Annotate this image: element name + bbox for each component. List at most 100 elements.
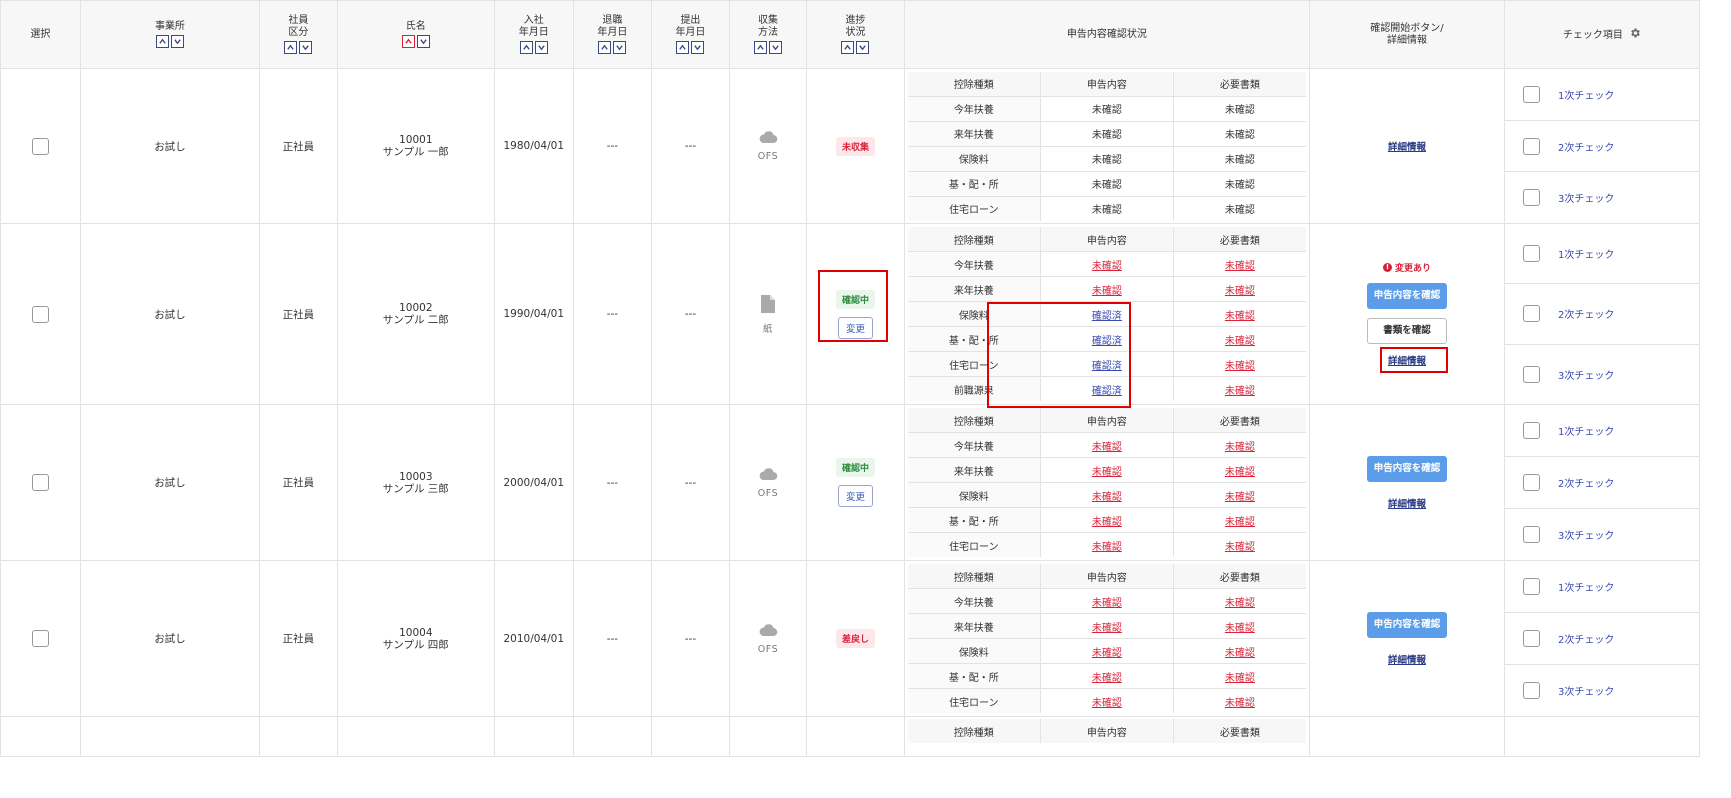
docs-link[interactable]: 未確認 [1225,542,1255,553]
check-1-checkbox[interactable] [1522,85,1540,103]
declaration-link[interactable]: 未確認 [1092,598,1122,609]
sort-asc-button[interactable] [676,41,690,54]
check-items-cell: 1次チェック 2次チェック 3次チェック [1503,404,1701,561]
row-select-checkbox[interactable] [31,305,49,323]
docs-link[interactable]: 未確認 [1225,286,1255,297]
docs-link[interactable]: 未確認 [1225,673,1255,684]
docs-link[interactable]: 未確認 [1225,648,1255,659]
sort-desc-button[interactable] [534,41,548,54]
declaration-link[interactable]: 確認済 [1092,386,1122,397]
employee-type-cell: 正社員 [259,404,338,561]
progress-cell: 確認中 変更 [806,404,905,561]
check-3-checkbox[interactable] [1522,526,1540,543]
submit-date-cell: --- [651,404,730,561]
sort-desc-button[interactable] [299,41,313,54]
employee-type-cell: 正社員 [259,223,338,405]
name-cell: 10003 サンプル 三郎 [336,404,495,561]
detail-info-link[interactable]: 詳細情報 [1388,142,1426,153]
check-1-checkbox[interactable] [1522,578,1540,595]
confirm-declaration-button[interactable]: 申告内容を確認 [1366,283,1447,309]
check-1-checkbox[interactable] [1522,422,1540,439]
sort-asc-button[interactable] [841,41,855,54]
sort-desc-button[interactable] [691,41,705,54]
office-cell: お試し [79,68,261,224]
declaration-link[interactable]: 未確認 [1092,286,1122,297]
confirm-docs-button[interactable]: 書類を確認 [1366,318,1447,344]
sort-asc-button[interactable] [155,35,169,48]
sort-desc-button[interactable] [856,41,870,54]
sort-asc-button[interactable] [598,41,612,54]
docs-link[interactable]: 未確認 [1225,261,1255,272]
progress-cell: 未収集 [806,68,905,224]
name-cell: 10002 サンプル 二郎 [336,223,495,405]
declaration-link[interactable]: 確認済 [1092,336,1122,347]
sort-asc-button[interactable] [753,41,767,54]
declaration-status-cell: 控除種類 申告内容 必要書類 今年扶養 未確認 未確認 来年扶養 未確認 未確認 保険料 確認… [903,223,1311,408]
docs-link[interactable]: 未確認 [1225,698,1255,709]
declaration-link[interactable]: 確認済 [1092,361,1122,372]
docs-link[interactable]: 未確認 [1225,311,1255,322]
check-3-checkbox[interactable] [1522,365,1540,383]
declaration-link[interactable]: 未確認 [1092,467,1122,478]
header-select: 選択 [0,0,81,69]
row-select-checkbox[interactable] [31,630,49,647]
change-status-button[interactable]: 変更 [837,316,873,339]
header-confirm-start: 確認開始ボタン/詳細情報 [1309,0,1505,69]
confirm-declaration-button[interactable]: 申告内容を確認 [1366,455,1447,482]
check-1-checkbox[interactable] [1522,245,1540,263]
declaration-link[interactable]: 確認済 [1092,311,1122,322]
docs-link[interactable]: 未確認 [1225,442,1255,453]
check-2-checkbox[interactable] [1522,474,1540,491]
check-2-checkbox[interactable] [1522,630,1540,647]
employee-table: 選択 事業所 社員 区分 氏名 入社 年月日 退職 年月日 提出年月日 収集 方… [0,0,1701,757]
declaration-link[interactable]: 未確認 [1092,623,1122,634]
status-badge: 確認中 [835,289,875,309]
docs-link[interactable]: 未確認 [1225,517,1255,528]
check-2-checkbox[interactable] [1522,305,1540,323]
check-items-cell: 1次チェック 2次チェック 3次チェック [1503,68,1701,224]
office-cell: お試し [79,560,261,717]
collection-method-cell: OFS [728,560,808,717]
declaration-link[interactable]: 未確認 [1092,542,1122,553]
declaration-link[interactable]: 未確認 [1092,261,1122,272]
detail-info-link[interactable]: 詳細情報 [1388,496,1426,510]
detail-info-link[interactable]: 詳細情報 [1388,356,1426,367]
check-2-checkbox[interactable] [1522,137,1540,155]
row-select-checkbox[interactable] [31,474,49,491]
docs-link[interactable]: 未確認 [1225,467,1255,478]
change-status-button[interactable]: 変更 [837,485,873,507]
detail-info-link[interactable]: 詳細情報 [1388,652,1426,666]
exclamation-icon: ! [1382,263,1392,272]
docs-link[interactable]: 未確認 [1225,336,1255,347]
declaration-link[interactable]: 未確認 [1092,648,1122,659]
sort-desc-button[interactable] [613,41,627,54]
docs-link[interactable]: 未確認 [1225,386,1255,397]
sort-asc-button[interactable] [401,35,415,48]
docs-link[interactable]: 未確認 [1225,361,1255,372]
sort-desc-button[interactable] [416,35,430,48]
declaration-link[interactable]: 未確認 [1092,698,1122,709]
sort-asc-button[interactable] [284,41,298,54]
docs-link[interactable]: 未確認 [1225,623,1255,634]
declaration-link[interactable]: 未確認 [1092,492,1122,503]
check-items-cell: 1次チェック 2次チェック 3次チェック [1503,223,1701,405]
confirm-declaration-button[interactable]: 申告内容を確認 [1366,611,1447,638]
office-cell: お試し [79,404,261,561]
sort-desc-button[interactable] [768,41,782,54]
join-date-cell: 1980/04/01 [493,68,574,224]
row-select-checkbox[interactable] [31,137,49,155]
join-date-cell: 2000/04/01 [493,404,574,561]
declaration-link[interactable]: 未確認 [1092,442,1122,453]
declaration-link[interactable]: 未確認 [1092,517,1122,528]
submit-date-cell: --- [651,223,730,405]
check-3-checkbox[interactable] [1522,682,1540,699]
check-3-checkbox[interactable] [1522,189,1540,207]
gear-icon[interactable] [1629,27,1641,43]
leave-date-cell: --- [572,223,653,405]
docs-link[interactable]: 未確認 [1225,492,1255,503]
declaration-link[interactable]: 未確認 [1092,673,1122,684]
paper-document-icon [760,294,776,317]
sort-desc-button[interactable] [170,35,184,48]
sort-asc-button[interactable] [519,41,533,54]
docs-link[interactable]: 未確認 [1225,598,1255,609]
